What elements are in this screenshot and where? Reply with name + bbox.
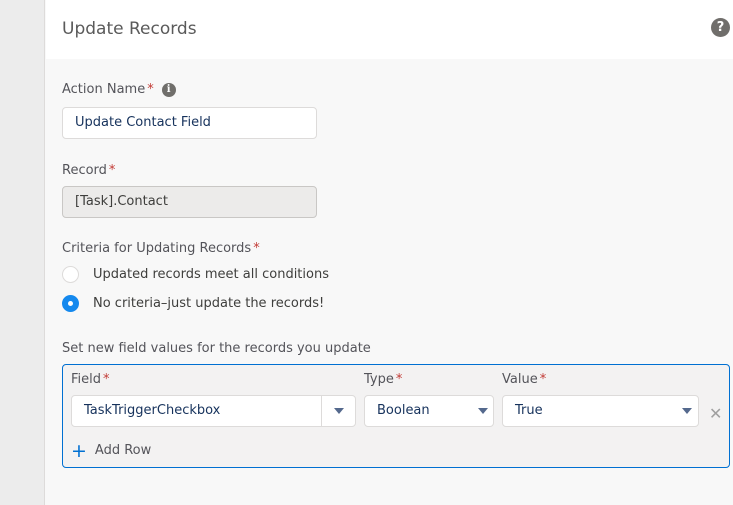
action-name-label: Action Name * i xyxy=(62,82,176,97)
radio-button[interactable] xyxy=(62,266,79,283)
chevron-down-icon xyxy=(682,408,692,414)
help-icon[interactable]: ? xyxy=(711,18,730,37)
info-icon[interactable]: i xyxy=(161,83,176,97)
chevron-down-icon[interactable] xyxy=(334,408,344,414)
field-values-box: Field * Type * Value * TaskTriggerCheckbox … xyxy=(62,364,730,468)
field-column-text: Field xyxy=(71,372,102,387)
radio-button-selected[interactable] xyxy=(62,295,79,312)
value-select[interactable]: True xyxy=(502,395,699,427)
required-marker: * xyxy=(108,163,116,178)
record-label-text: Record xyxy=(62,163,107,178)
left-sidebar xyxy=(0,0,45,505)
criteria-label-text: Criteria for Updating Records xyxy=(62,241,252,256)
record-label: Record * xyxy=(62,163,115,178)
criteria-label: Criteria for Updating Records * xyxy=(62,241,260,256)
combobox-divider xyxy=(321,396,322,426)
radio-label: No criteria–just update the records! xyxy=(93,296,325,311)
type-select[interactable]: Boolean xyxy=(364,395,494,427)
value-column-text: Value xyxy=(502,372,538,387)
radio-label: Updated records meet all conditions xyxy=(93,267,329,282)
record-input: [Task].Contact xyxy=(62,186,317,218)
chevron-down-icon xyxy=(478,408,488,414)
field-values-label: Set new field values for the records you… xyxy=(62,341,371,356)
type-column-label: Type * xyxy=(364,372,402,387)
add-row-label: Add Row xyxy=(94,443,152,458)
type-column-text: Type xyxy=(364,372,394,387)
form-content: Action Name * i Update Contact Field Recor… xyxy=(46,59,733,505)
value-value: True xyxy=(515,403,543,418)
field-combobox[interactable]: TaskTriggerCheckbox xyxy=(71,395,356,427)
required-marker: * xyxy=(253,241,260,256)
required-marker: * xyxy=(539,372,547,387)
radio-option-no-criteria[interactable]: No criteria–just update the records! xyxy=(62,295,324,312)
radio-option-all-conditions[interactable]: Updated records meet all conditions xyxy=(62,266,329,283)
page-title: Update Records xyxy=(62,19,197,39)
field-value: TaskTriggerCheckbox xyxy=(84,403,221,418)
close-icon[interactable]: ✕ xyxy=(709,404,722,423)
action-name-label-text: Action Name xyxy=(62,82,146,97)
plus-icon: + xyxy=(71,439,87,462)
required-marker: * xyxy=(395,372,403,387)
panel-header: Update Records ? xyxy=(46,0,733,59)
type-value: Boolean xyxy=(377,403,430,418)
required-marker: * xyxy=(147,82,154,97)
required-marker: * xyxy=(103,372,110,387)
field-column-label: Field * xyxy=(71,372,110,387)
add-row-button[interactable]: + Add Row xyxy=(71,439,152,462)
value-column-label: Value * xyxy=(502,372,546,387)
action-name-input[interactable]: Update Contact Field xyxy=(62,107,317,139)
